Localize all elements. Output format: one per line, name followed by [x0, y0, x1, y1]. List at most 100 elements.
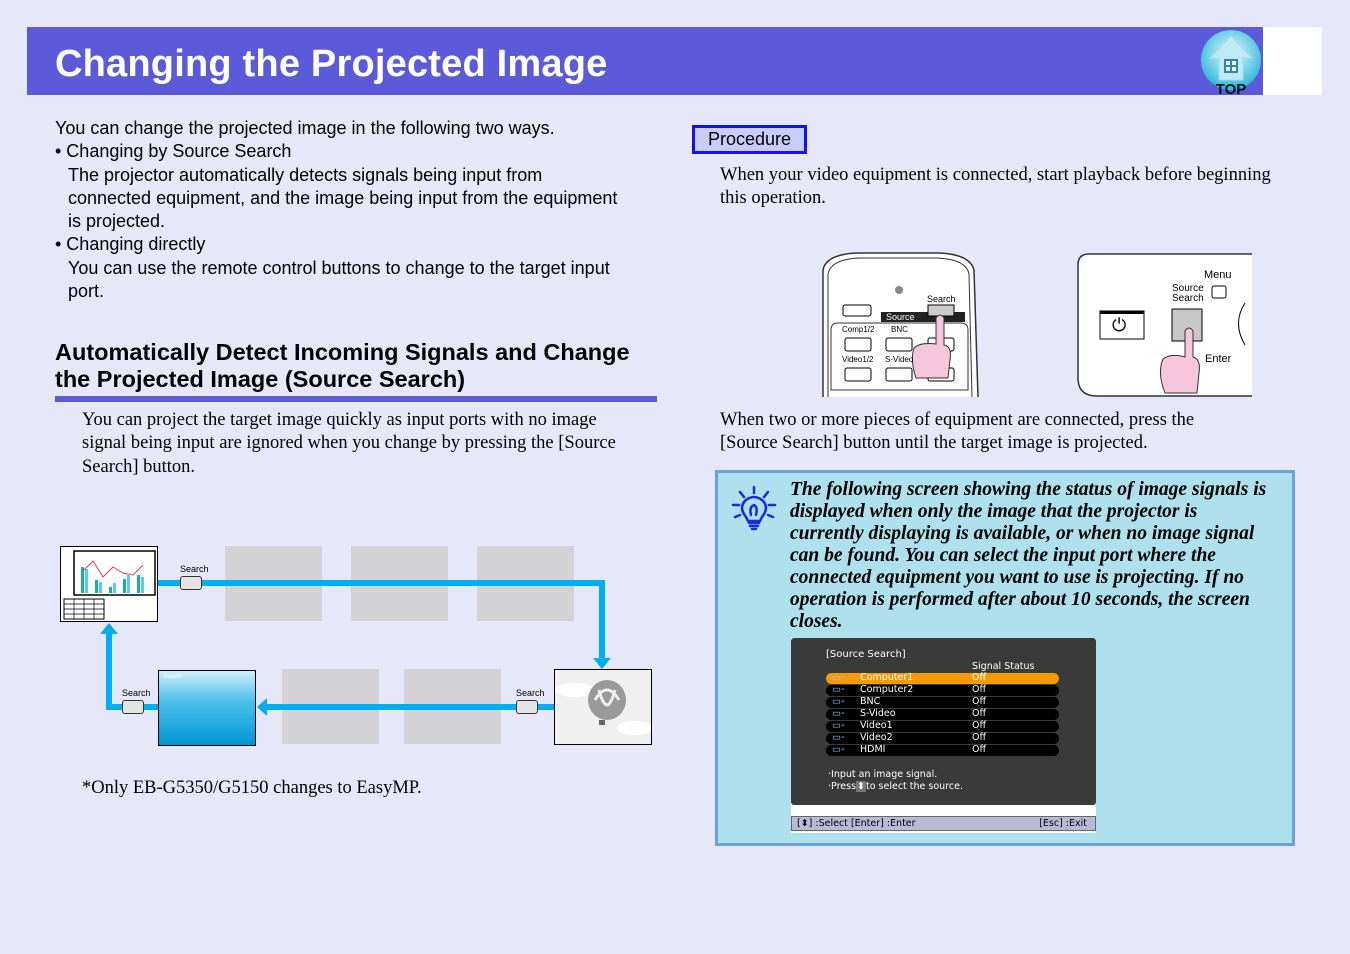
power-icon: ⏻ [1112, 315, 1127, 335]
source-status: Off [972, 720, 987, 731]
source-search-diagram: Search Search Search EasyMP [50, 540, 660, 750]
source-name: S-Video [860, 708, 896, 719]
text-line: connected equipment you want to use is p… [790, 567, 1244, 588]
text-line: currently displaying is available, or wh… [790, 523, 1255, 544]
source-search-screen: [Source Search] Signal Status ▭- Computer… [791, 638, 1096, 833]
tip-note: The following screen showing the status … [715, 470, 1295, 846]
section-body: You can project the target image quickly… [82, 409, 662, 479]
text-line: [Source Search] button until the target … [720, 433, 1148, 454]
text-line: connected equipment, and the image being… [68, 187, 618, 208]
header-spacer [1263, 27, 1322, 95]
msg-part: to select the source. [866, 781, 963, 792]
source-name: Video2 [860, 732, 893, 743]
heading-line: the Projected Image (Source Search) [55, 366, 466, 392]
text-line: signal being input are ignored when you … [82, 433, 616, 454]
source-row-s-video[interactable]: ▭- S-Video Off [826, 708, 1059, 720]
source-status: Off [972, 732, 987, 743]
section-heading: Automatically Detect Incoming Signals an… [55, 339, 630, 393]
text-line: closes. [790, 611, 843, 632]
remote-button-label: Video1/2 [842, 355, 874, 364]
heading-rule [55, 396, 657, 402]
source-name: Video1 [860, 720, 893, 731]
easymp-label: EasyMP [164, 674, 183, 680]
remote-source-label: Source [886, 312, 915, 322]
procedure-pre: When your video equipment is connected, … [720, 164, 1320, 211]
search-button-graphic [122, 700, 144, 714]
balloon-thumbnail [554, 669, 653, 745]
remote-search-label: Search [927, 294, 956, 304]
search-label: Search [180, 564, 209, 574]
source-row-video2[interactable]: ▭- Video2 Off [826, 732, 1059, 744]
control-panel-illustration: ⏻ Menu Source Search Enter [1077, 253, 1252, 397]
screen-title: [Source Search] [826, 649, 906, 660]
heading-line: Automatically Detect Incoming Signals an… [55, 339, 630, 365]
intro: You can change the projected image in th… [55, 117, 665, 303]
status-header: Signal Status [972, 661, 1035, 672]
text-line: is projected. [68, 211, 166, 232]
source-status: Off [972, 684, 987, 695]
procedure-post: When two or more pieces of equipment are… [720, 409, 1320, 456]
home-icon: TOP [1201, 30, 1261, 98]
remote-button-label: S-Video [885, 355, 914, 364]
label-line: Search [1172, 293, 1204, 304]
text-line: can be found. You can select the input p… [790, 545, 1216, 566]
source-row-hdmi[interactable]: ▭- HDMI Off [826, 744, 1059, 756]
search-label: Search [516, 688, 545, 698]
source-name: BNC [860, 696, 881, 707]
source-row-computer1[interactable]: ▭- Computer1 Off [826, 672, 1059, 684]
connector-icon: ▭- [832, 744, 845, 755]
text-line: displayed when only the image that the p… [790, 501, 1198, 522]
bullet-source-search: • Changing by Source Search [55, 141, 292, 162]
text-line: operation is performed after about 10 se… [790, 589, 1250, 610]
text-line: When two or more pieces of equipment are… [720, 410, 1195, 430]
source-name: Computer2 [860, 684, 914, 695]
source-name: Computer1 [860, 672, 914, 683]
note-text: The following screen showing the status … [790, 479, 1285, 633]
top-button[interactable]: TOP [1200, 28, 1264, 98]
msg-part: ·Press [828, 781, 857, 792]
text-line: You can use the remote control buttons t… [68, 257, 610, 278]
text-line: You can project the target image quickly… [82, 410, 597, 430]
svg-text:TOP: TOP [1216, 81, 1247, 96]
chart-thumbnail [60, 546, 158, 622]
screen-footer: [⬍] :Select [Enter] :Enter [Esc] :Exit [791, 816, 1096, 831]
remote-control-illustration: Search Source Comp1/2 BNC Video1/2 S-Vid… [818, 250, 980, 397]
source-search-label: Source Search [1172, 284, 1204, 304]
screen-panel: [Source Search] Signal Status ▭- Computer… [791, 638, 1096, 805]
source-status: Off [972, 696, 987, 707]
connector-icon: ▭- [832, 732, 845, 743]
connector-icon: ▭- [832, 672, 845, 683]
text-line: The following screen showing the status … [790, 479, 1267, 500]
source-row-video1[interactable]: ▭- Video1 Off [826, 720, 1059, 732]
source-row-bnc[interactable]: ▭- BNC Off [826, 696, 1059, 708]
text-line: The projector automatically detects sign… [68, 164, 543, 185]
source-row-computer2[interactable]: ▭- Computer2 Off [826, 684, 1059, 696]
remote-button-label: BNC [891, 325, 908, 334]
connector-icon: ▭- [832, 696, 845, 707]
source-status: Off [972, 744, 987, 755]
connector-icon: ▭- [832, 720, 845, 731]
text-line: port. [68, 281, 105, 302]
page-title: Changing the Projected Image [55, 43, 608, 85]
up-down-icon: ⬍ [856, 781, 866, 792]
lightbulb-icon [731, 485, 777, 531]
menu-label: Menu [1204, 269, 1232, 281]
easymp-thumbnail: EasyMP [158, 670, 256, 746]
connector-icon: ▭- [832, 708, 845, 719]
search-button-graphic [180, 576, 202, 590]
header-bar: Changing the Projected Image [27, 27, 1263, 95]
search-label: Search [122, 688, 151, 698]
procedure-label: Procedure [692, 125, 807, 154]
connector-icon: ▭- [832, 684, 845, 695]
enter-label: Enter [1205, 353, 1232, 365]
footer-right: [Esc] :Exit [1039, 818, 1087, 829]
search-button-graphic [516, 700, 538, 714]
footer-left: [⬍] :Select [Enter] :Enter [797, 818, 916, 829]
text-line: When your video equipment is connected, … [720, 165, 1271, 185]
screen-message: ·Press⬍to select the source. [828, 781, 963, 792]
source-status: Off [972, 672, 987, 683]
text-line: Search] button. [82, 456, 196, 477]
bullet-changing-directly: • Changing directly [55, 234, 206, 255]
remote-button-label: Comp1/2 [842, 325, 875, 334]
intro-lead: You can change the projected image in th… [55, 118, 555, 138]
